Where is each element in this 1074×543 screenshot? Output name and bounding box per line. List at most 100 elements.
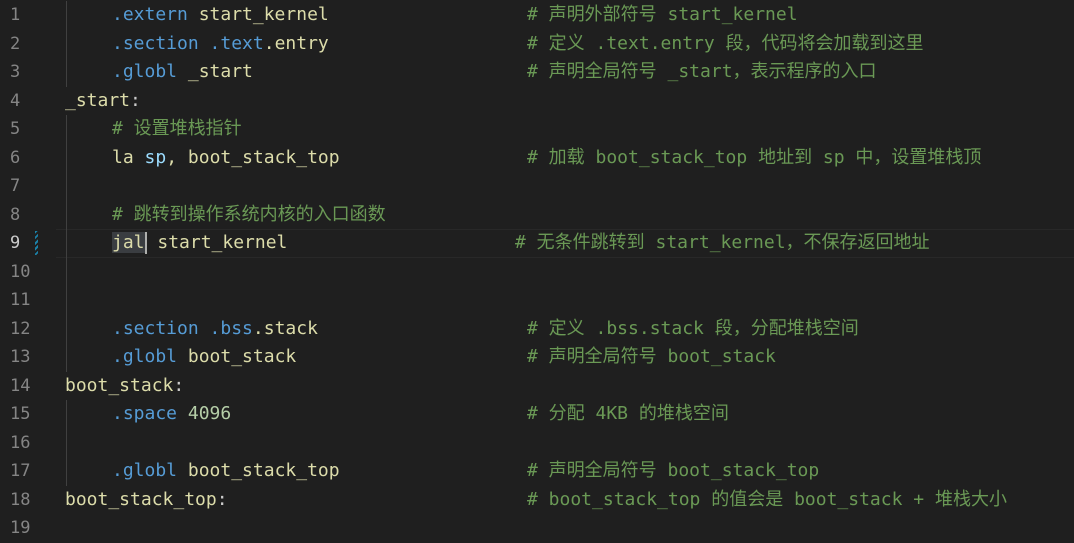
line-number: 18 <box>10 489 31 510</box>
line-number: 13 <box>10 347 31 367</box>
line-number: 3 <box>10 62 21 82</box>
indent-guide <box>66 172 67 201</box>
line-comment: # 声明全局符号 boot_stack <box>527 346 776 367</box>
code-line[interactable]: 11 <box>0 286 1074 315</box>
code-text: boot_stack: <box>65 372 184 401</box>
line-comment: # 加载 boot_stack_top 地址到 sp 中，设置堆栈顶 <box>527 146 982 168</box>
code-text: .section .text.entry <box>112 30 329 59</box>
code-token: .globl <box>112 460 178 481</box>
code-line[interactable]: 2 .section .text.entry # 定义 .text.entry 段，… <box>0 29 1074 59</box>
code-token: # 跳转到操作系统内核的入口函数 <box>112 203 386 225</box>
code-text: .section .bss.stack <box>112 315 318 344</box>
indent-guide <box>66 428 67 457</box>
line-number: 12 <box>10 318 31 339</box>
line-number: 5 <box>10 119 21 139</box>
code-line[interactable]: 13 .globl boot_stack # 声明全局符号 boot_stack <box>0 343 1074 372</box>
code-line[interactable]: 19 <box>0 514 1074 543</box>
code-token: .section <box>112 32 199 54</box>
code-token: .extern <box>112 4 188 25</box>
indent-guide <box>66 29 67 58</box>
line-number: 19 <box>10 518 31 538</box>
code-text: .extern start_kernel <box>112 1 329 30</box>
code-token: boot_stack_top <box>65 488 217 510</box>
code-line[interactable]: 5 # 设置堆栈指针 <box>0 115 1074 144</box>
code-token: .bss <box>209 317 253 339</box>
code-text: _start: <box>65 87 141 116</box>
line-comment: # 定义 .bss.stack 段，分配堆栈空间 <box>527 317 859 339</box>
code-token: .text <box>209 32 264 54</box>
code-token: .globl <box>112 61 178 82</box>
line-number: 10 <box>10 261 31 282</box>
code-token: 4096 <box>187 403 232 424</box>
code-line[interactable]: 4 _start: <box>0 87 1074 116</box>
code-token: _start <box>177 61 253 82</box>
line-number: 14 <box>10 375 31 396</box>
code-line[interactable]: 12 .section .bss.stack # 定义 .bss.stack 段，分… <box>0 314 1074 344</box>
code-line[interactable]: 6 la sp, boot_stack_top # 加载 boot_stack_to… <box>0 143 1074 173</box>
line-number: 1 <box>10 5 21 25</box>
code-editor[interactable]: 1 .extern start_kernel # 声明外部符号 start_kern… <box>0 0 1074 540</box>
line-number: 6 <box>10 147 21 168</box>
code-text: .space 4096 <box>112 400 231 429</box>
code-line[interactable]: 16 <box>0 428 1074 457</box>
code-token: jal <box>112 232 145 253</box>
code-text: .globl _start <box>112 58 253 87</box>
code-token: .globl <box>112 346 178 367</box>
indent-guide <box>66 257 67 286</box>
code-text: jal start_kernel <box>112 229 287 258</box>
line-number: 2 <box>10 33 21 54</box>
code-token: .stack <box>252 317 318 339</box>
code-line[interactable]: 3 .globl _start # 声明全局符号 _start，表示程序的入口 <box>0 58 1074 87</box>
line-number: 4 <box>10 90 21 111</box>
code-text: la sp, boot_stack_top <box>112 144 340 173</box>
code-line[interactable]: 17 .globl boot_stack_top # 声明全局符号 boot_sta… <box>0 457 1074 486</box>
line-number: 17 <box>10 461 31 481</box>
code-token: : <box>173 374 185 396</box>
code-token: boot_stack_top <box>177 460 340 481</box>
line-number: 15 <box>10 404 31 424</box>
indent-guide <box>66 314 67 343</box>
line-comment: # 分配 4KB 的堆栈空间 <box>527 403 729 424</box>
code-line[interactable]: 15 .space 4096 # 分配 4KB 的堆栈空间 <box>0 400 1074 429</box>
code-token: sp <box>144 146 167 168</box>
code-token: : <box>130 89 141 111</box>
code-token: la <box>112 146 134 168</box>
code-text: # 设置堆栈指针 <box>112 115 242 144</box>
indent-guide <box>66 1 67 30</box>
code-text: # 跳转到操作系统内核的入口函数 <box>112 201 386 230</box>
line-number: 16 <box>10 432 31 453</box>
code-token: .section <box>112 317 199 339</box>
line-number: 9 <box>10 233 21 253</box>
code-line[interactable]: 14 boot_stack: <box>0 372 1074 401</box>
line-comment: # 声明全局符号 boot_stack_top <box>527 460 820 481</box>
indent-guide <box>66 143 67 172</box>
indent-guide <box>66 457 67 486</box>
code-text: .globl boot_stack <box>112 343 296 372</box>
code-token: : <box>216 488 228 510</box>
code-line[interactable]: 18 boot_stack_top: # boot_stack_top 的值会是 b… <box>0 486 1074 515</box>
code-token: boot_stack <box>177 346 297 367</box>
code-line[interactable]: 8 # 跳转到操作系统内核的入口函数 <box>0 200 1074 230</box>
code-line[interactable]: 9 jal start_kernel # 无条件跳转到 start_kernel，不… <box>0 229 1074 258</box>
code-token: , boot_stack_top <box>166 146 340 168</box>
code-token: start_kernel <box>146 232 288 253</box>
indent-guide <box>66 200 67 229</box>
indent-guide <box>66 58 67 87</box>
code-line[interactable]: 1 .extern start_kernel # 声明外部符号 start_kern… <box>0 1 1074 30</box>
line-comment: # 声明外部符号 start_kernel <box>527 4 798 25</box>
code-token: .entry <box>263 32 329 54</box>
code-text: boot_stack_top: <box>65 486 228 515</box>
code-token: start_kernel <box>187 4 329 25</box>
line-number: 8 <box>10 204 21 225</box>
code-line[interactable]: 7 <box>0 172 1074 201</box>
code-text: .globl boot_stack_top <box>112 457 340 486</box>
indent-guide <box>66 343 67 372</box>
line-comment: # boot_stack_top 的值会是 boot_stack + 堆栈大小 <box>527 488 1007 510</box>
code-token: boot_stack <box>65 374 174 396</box>
code-line[interactable]: 10 <box>0 257 1074 286</box>
code-token: .space <box>112 403 178 424</box>
